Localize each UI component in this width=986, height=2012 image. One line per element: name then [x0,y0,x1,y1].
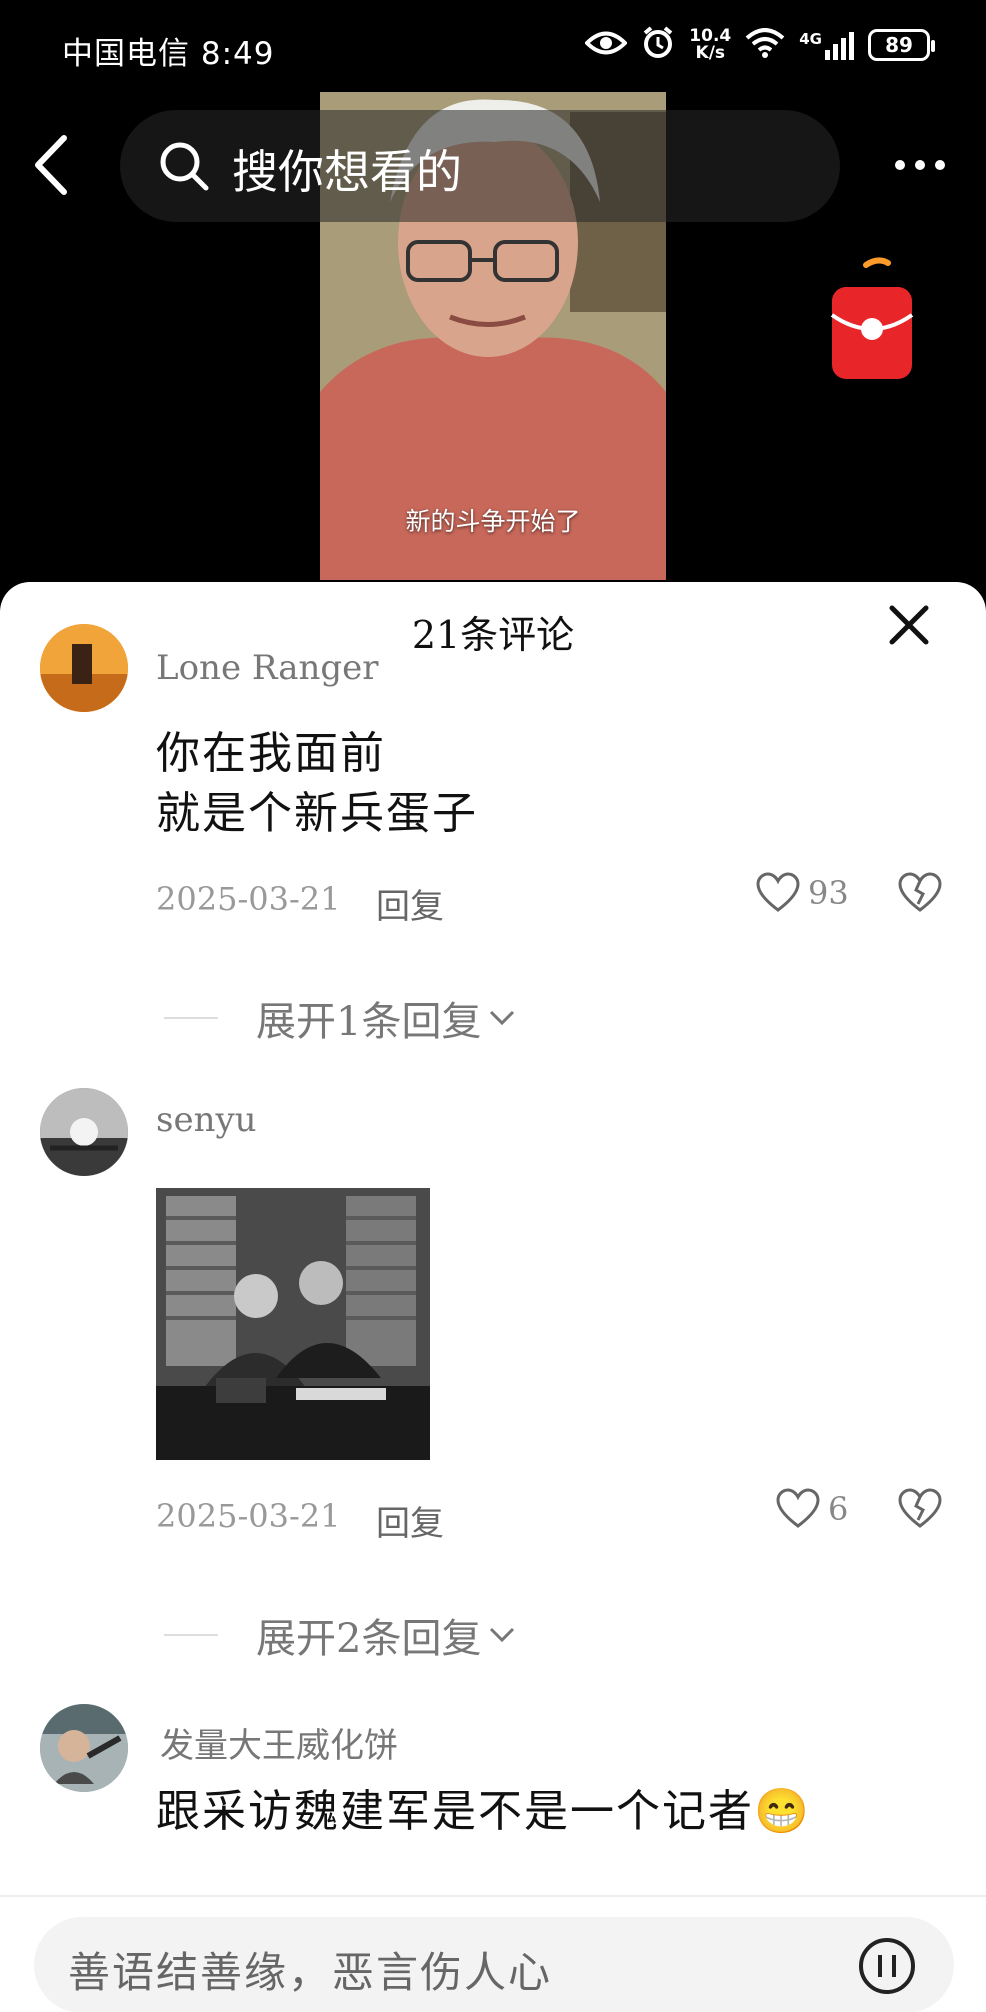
comment-text: 你在我面前 就是个新兵蛋子 [156,724,478,844]
cellular-signal-icon: 4G [799,30,854,60]
comment-count-title: 21条评论 [411,613,575,657]
search-icon [160,142,209,191]
expand-replies-button[interactable]: 展开1条回复 [164,989,517,1047]
comments-sheet: 21条评论 Lone Ranger 你在我面前 就是个新兵蛋子 2025-03-… [0,582,986,2012]
reply-button[interactable]: 回复 [376,879,444,928]
comment-input[interactable]: 善语结善缘，恶言伤人心 [34,1917,954,2012]
comment-line: 就是个新兵蛋子 [156,788,478,839]
comment-line: 你在我面前 [156,728,386,779]
comment-username[interactable]: senyu [156,1100,257,1140]
network-type: 4G [799,30,822,48]
wifi-icon [745,28,785,62]
red-envelope-icon [830,257,914,379]
carrier-time: 中国电信 8:49 [62,28,274,73]
avatar-image [40,1088,128,1176]
comment-image-content [156,1188,430,1460]
chevron-left-icon [35,135,67,195]
reply-button[interactable]: 回复 [376,1496,444,1545]
heart-outline-icon [756,872,800,912]
avatar[interactable] [40,1704,128,1792]
comment-username[interactable]: Lone Ranger [156,648,379,688]
avatar-image [40,624,128,712]
like-count: 6 [828,1490,849,1528]
battery-icon: 89 [868,29,935,61]
grinning-emoji: 😁 [754,1786,811,1837]
close-icon [889,605,929,645]
comment-date: 2025-03-21 [156,880,341,918]
divider-line [164,1017,218,1019]
clock: 8:49 [200,36,275,72]
circle-icon [859,1938,915,1994]
divider-line [164,1634,218,1636]
network-speed: 10.4 K/s [689,28,731,62]
comment-date: 2025-03-21 [156,1497,341,1535]
net-speed-unit: K/s [695,43,726,63]
input-accessory-button[interactable] [856,1935,918,2001]
more-options-button[interactable] [890,140,950,190]
like-button[interactable]: 6 [776,1488,848,1530]
comment-input-bar: 善语结善缘，恶言伤人心 [0,1895,986,2012]
heart-outline-icon [776,1488,820,1528]
expand-replies-label: 展开2条回复 [256,1616,482,1662]
like-button[interactable]: 93 [756,872,849,914]
back-button[interactable] [28,130,78,200]
comment-image[interactable] [156,1188,430,1460]
search-placeholder: 搜你想看的 [232,145,462,199]
broken-heart-icon [898,872,942,912]
comment-username[interactable]: 发量大王威化饼 [160,1718,398,1767]
video-subtitle: 新的斗争开始了 [405,507,581,536]
chevron-down-icon [490,1627,515,1643]
close-comments-button[interactable] [886,602,932,648]
comment-text: 跟采访魏建军是不是一个记者😁 [156,1782,811,1842]
avatar[interactable] [40,624,128,712]
like-count: 93 [808,874,849,912]
dislike-button[interactable] [898,1488,942,1534]
dislike-button[interactable] [898,872,942,918]
alarm-icon [641,26,675,64]
status-bar: 中国电信 8:49 10.4 K/s 4G 89 [0,0,986,95]
search-bar[interactable]: 搜你想看的 [120,110,840,222]
broken-heart-icon [898,1488,942,1528]
carrier-name: 中国电信 [62,36,190,72]
chevron-down-icon [490,1010,515,1026]
red-packet-button[interactable] [830,255,914,383]
avatar[interactable] [40,1088,128,1176]
avatar-image [40,1704,128,1792]
expand-replies-button[interactable]: 展开2条回复 [164,1606,517,1664]
expand-replies-label: 展开1条回复 [256,999,482,1045]
comment-line: 跟采访魏建军是不是一个记者 [156,1786,754,1837]
status-icons: 10.4 K/s 4G 89 [584,26,935,64]
eye-icon [584,28,629,62]
more-horizontal-icon [895,160,945,170]
comment-input-placeholder: 善语结善缘，恶言伤人心 [68,1948,553,1997]
